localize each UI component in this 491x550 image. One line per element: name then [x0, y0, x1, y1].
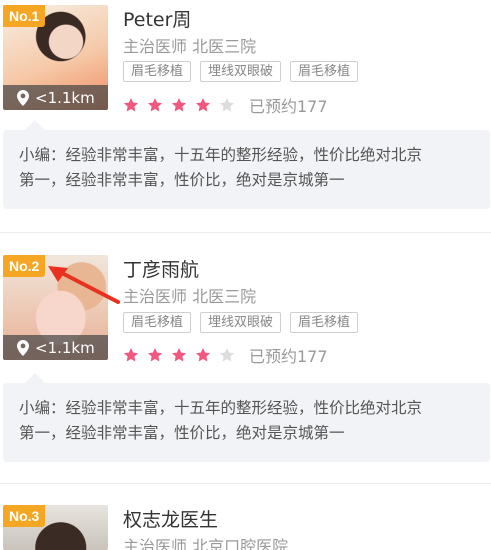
doctor-photo-3[interactable]: No.3 — [3, 505, 108, 550]
doctor-name[interactable]: 丁彦雨航 — [123, 255, 199, 282]
divider — [0, 483, 491, 484]
booked-count: 已预约177 — [249, 347, 328, 366]
tag: 埋线双眼破 — [200, 312, 282, 333]
doctor-name[interactable]: Peter周 — [123, 5, 191, 32]
rating: 已预约177 — [123, 93, 328, 117]
note-caret — [25, 373, 45, 383]
star-icon — [123, 348, 139, 362]
rating: 已预约177 — [123, 343, 328, 367]
note-caret — [25, 120, 45, 130]
doctor-title: 主治医师 北医三院 — [123, 37, 257, 56]
distance-text: <1.1km — [35, 338, 95, 357]
editor-note: 小编：经验非常丰富，十五年的整形经验，性价比绝对北京 第一，经验非常丰富，性价比… — [3, 373, 490, 462]
star-icon — [171, 348, 187, 362]
star-icon — [171, 98, 187, 112]
star-icon — [219, 98, 235, 112]
editor-note: 小编：经验非常丰富，十五年的整形经验，性价比绝对北京 第一，经验非常丰富，性价比… — [3, 120, 490, 209]
doctor-photo-1[interactable]: No.1 <1.1km — [3, 5, 108, 110]
note-line: 小编：经验非常丰富，十五年的整形经验，性价比绝对北京 — [19, 146, 423, 164]
note-line: 第一，经验非常丰富，性价比，绝对是京城第一 — [19, 424, 345, 442]
doctor-name[interactable]: 权志龙医生 — [123, 505, 218, 532]
star-rating — [123, 347, 243, 363]
tag: 埋线双眼破 — [200, 61, 282, 82]
rank-badge: No.1 — [3, 5, 46, 27]
doctor-title: 主治医师 北医三院 — [123, 287, 257, 306]
rank-badge: No.2 — [3, 255, 46, 277]
tag: 眉毛移植 — [290, 61, 359, 82]
booked-count: 已预约177 — [249, 97, 328, 116]
tag-list: 眉毛移植 埋线双眼破 眉毛移植 — [123, 312, 359, 333]
rank-badge: No.3 — [3, 505, 46, 527]
divider — [0, 232, 491, 233]
tag: 眉毛移植 — [123, 61, 192, 82]
doctor-title: 主治医师 北京口腔医院 — [123, 537, 289, 550]
star-icon — [147, 98, 163, 112]
tag: 眉毛移植 — [123, 312, 192, 333]
star-icon — [195, 98, 211, 112]
note-line: 小编：经验非常丰富，十五年的整形经验，性价比绝对北京 — [19, 399, 423, 417]
tag-list: 眉毛移植 埋线双眼破 眉毛移植 — [123, 61, 359, 82]
distance-overlay: <1.1km — [3, 335, 108, 360]
tag: 眉毛移植 — [290, 312, 359, 333]
star-icon — [195, 348, 211, 362]
distance-overlay: <1.1km — [3, 85, 108, 110]
location-pin-icon — [17, 339, 29, 356]
star-icon — [123, 98, 139, 112]
annotation-arrow-icon — [48, 266, 120, 304]
star-icon — [219, 348, 235, 362]
note-line: 第一，经验非常丰富，性价比，绝对是京城第一 — [19, 171, 345, 189]
star-icon — [147, 348, 163, 362]
star-rating — [123, 97, 243, 113]
location-pin-icon — [17, 89, 29, 106]
distance-text: <1.1km — [35, 88, 95, 107]
